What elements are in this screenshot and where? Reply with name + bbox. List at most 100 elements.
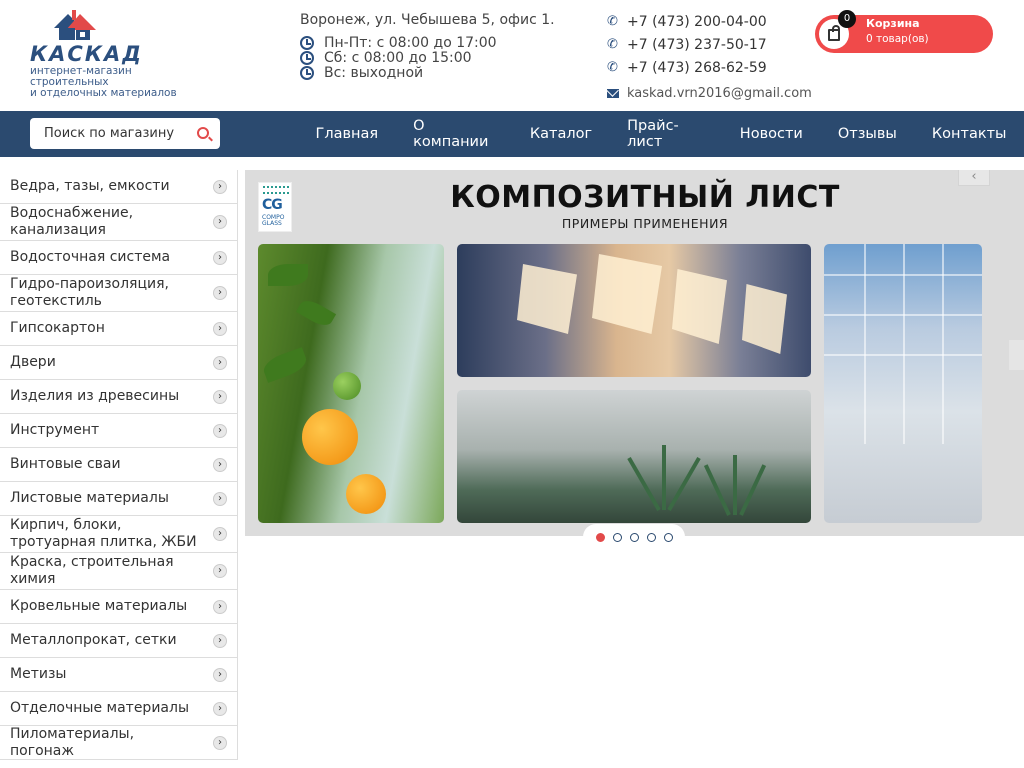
cart-title: Корзина bbox=[866, 17, 920, 30]
chevron-right-icon: › bbox=[213, 215, 227, 229]
chevron-right-icon: › bbox=[213, 564, 227, 578]
sidebar-category-item[interactable]: Пиломатериалы, погонаж › bbox=[0, 726, 238, 760]
sidebar-category-item[interactable]: Ведра, тазы, емкости › bbox=[0, 170, 238, 204]
slider-next-button[interactable] bbox=[1009, 340, 1024, 370]
logo-tagline: интернет-магазин строительных и отделочн… bbox=[30, 66, 177, 99]
category-label: Ведра, тазы, емкости bbox=[10, 178, 170, 194]
menu-item-news[interactable]: Новости bbox=[722, 126, 820, 142]
chevron-right-icon: › bbox=[213, 491, 227, 506]
menu-item-home[interactable]: Главная bbox=[298, 126, 396, 142]
phone-icon: ✆ bbox=[607, 59, 618, 75]
main-menu: Главная О компании Каталог Прайс-лист Но… bbox=[298, 111, 1024, 157]
leaf-shape bbox=[268, 264, 308, 286]
slider-dot[interactable] bbox=[646, 532, 656, 542]
plant-leaf bbox=[627, 457, 661, 511]
chevron-right-icon: › bbox=[213, 667, 227, 682]
menu-item-catalog[interactable]: Каталог bbox=[512, 126, 609, 142]
phone-link[interactable]: ✆ +7 (473) 237-50-17 bbox=[607, 33, 812, 56]
sidebar-category-item[interactable]: Кирпич, блоки, тротуарная плитка, ЖБИ › bbox=[0, 516, 238, 553]
phone-link[interactable]: ✆ +7 (473) 200-04-00 bbox=[607, 10, 812, 33]
phone-link[interactable]: ✆ +7 (473) 268-62-59 bbox=[607, 56, 812, 79]
search-icon[interactable] bbox=[197, 127, 209, 139]
sidebar-category-item[interactable]: Водоснабжение, канализация › bbox=[0, 204, 238, 241]
category-label: Кирпич, блоки, тротуарная плитка, ЖБИ bbox=[10, 517, 197, 550]
email-link[interactable]: kaskad.vrn2016@gmail.com bbox=[607, 81, 812, 105]
chevron-right-icon: › bbox=[213, 457, 227, 472]
roof-beam bbox=[903, 244, 905, 444]
hours-text: Сб: с 08:00 до 15:00 bbox=[324, 49, 472, 66]
sidebar-category-item[interactable]: Изделия из древесины › bbox=[0, 380, 238, 414]
chevron-right-icon: › bbox=[213, 735, 227, 750]
promo-slider[interactable]: CG COMPO GLASS КОМПОЗИТНЫЙ ЛИСТ ПРИМЕРЫ … bbox=[245, 170, 1024, 536]
sidebar-category-item[interactable]: Водосточная система › bbox=[0, 241, 238, 275]
cart-items-count: 0 товар(ов) bbox=[866, 33, 929, 45]
menu-item-reviews[interactable]: Отзывы bbox=[820, 126, 914, 142]
phone-number: +7 (473) 200-04-00 bbox=[627, 13, 767, 30]
category-label: Изделия из древесины bbox=[10, 388, 180, 404]
sidebar-category-item[interactable]: Листовые материалы › bbox=[0, 482, 238, 516]
site-logo[interactable]: КАСКАД интернет-магазин строительных и о… bbox=[30, 8, 190, 100]
chevron-right-icon: › bbox=[213, 355, 227, 370]
plant-leaf bbox=[703, 464, 731, 516]
sidebar-category-item[interactable]: Металлопрокат, сетки › bbox=[0, 624, 238, 658]
orange-shape bbox=[302, 409, 358, 465]
chevron-right-icon: › bbox=[213, 599, 227, 614]
sidebar-category-item[interactable]: Метизы › bbox=[0, 658, 238, 692]
phone-number: +7 (473) 237-50-17 bbox=[627, 36, 767, 53]
hours-row: Сб: с 08:00 до 15:00 bbox=[300, 49, 497, 66]
search-input[interactable] bbox=[30, 118, 190, 149]
opening-hours: Пн-Пт: с 08:00 до 17:00 Сб: с 08:00 до 1… bbox=[300, 35, 497, 81]
sidebar-category-item[interactable]: Инструмент › bbox=[0, 414, 238, 448]
phone-number: +7 (473) 268-62-59 bbox=[627, 59, 767, 76]
sidebar-category-item[interactable]: Гидро-пароизоляция, геотекстиль › bbox=[0, 275, 238, 312]
chevron-right-icon: › bbox=[213, 250, 227, 265]
sidebar-category-item[interactable]: Двери › bbox=[0, 346, 238, 380]
main-nav: Главная О компании Каталог Прайс-лист Но… bbox=[0, 111, 1024, 157]
category-label: Отделочные материалы bbox=[10, 700, 189, 716]
phone-icon: ✆ bbox=[607, 13, 618, 29]
sidebar-category-item[interactable]: Краска, строительная химия › bbox=[0, 553, 238, 590]
facade-panel bbox=[592, 254, 662, 334]
phone-icon: ✆ bbox=[607, 36, 618, 52]
chevron-right-icon: › bbox=[213, 423, 227, 438]
plant-leaf bbox=[667, 457, 701, 511]
photo-fence-garden bbox=[457, 390, 811, 523]
house-logo-icon bbox=[54, 10, 96, 40]
slider-dot[interactable] bbox=[629, 532, 639, 542]
roof-beam bbox=[942, 244, 944, 444]
sidebar-category-item[interactable]: Гипсокартон › bbox=[0, 312, 238, 346]
slider-prev-button[interactable]: ‹ bbox=[958, 170, 990, 186]
menu-item-about[interactable]: О компании bbox=[396, 118, 513, 150]
plant-leaf bbox=[739, 464, 767, 516]
slider-dot[interactable] bbox=[663, 532, 673, 542]
cart-button[interactable]: 0 Корзина 0 товар(ов) bbox=[815, 10, 993, 53]
email-text: kaskad.vrn2016@gmail.com bbox=[627, 85, 812, 101]
sidebar-category-item[interactable]: Кровельные материалы › bbox=[0, 590, 238, 624]
slider-pagination bbox=[583, 524, 685, 550]
orange-shape bbox=[346, 474, 386, 514]
facade-panel bbox=[672, 269, 727, 344]
store-address: Воронеж, ул. Чебышева 5, офис 1. bbox=[300, 12, 555, 28]
slider-dot[interactable] bbox=[595, 532, 605, 542]
category-label: Металлопрокат, сетки bbox=[10, 632, 177, 648]
facade-panel bbox=[742, 284, 787, 354]
category-label: Винтовые сваи bbox=[10, 456, 121, 472]
sidebar-category-item[interactable]: Отделочные материалы › bbox=[0, 692, 238, 726]
menu-item-contacts[interactable]: Контакты bbox=[914, 126, 1024, 142]
category-label: Инструмент bbox=[10, 422, 100, 438]
banner-title: КОМПОЗИТНЫЙ ЛИСТ bbox=[450, 180, 840, 215]
category-label: Водосточная система bbox=[10, 249, 171, 265]
cart-count-badge: 0 bbox=[838, 10, 856, 28]
leaf-shape bbox=[260, 347, 310, 383]
plant-leaf bbox=[662, 445, 666, 510]
category-label: Гипсокартон bbox=[10, 320, 105, 336]
clock-icon bbox=[300, 35, 314, 50]
menu-item-price-list[interactable]: Прайс-лист bbox=[610, 118, 723, 150]
category-label: Водоснабжение, канализация bbox=[10, 205, 134, 238]
logo-tagline-line: и отделочных материалов bbox=[30, 87, 177, 99]
sidebar-category-item[interactable]: Винтовые сваи › bbox=[0, 448, 238, 482]
slider-dot[interactable] bbox=[612, 532, 622, 542]
orange-shape bbox=[333, 372, 361, 400]
bag-shape bbox=[828, 25, 840, 41]
mail-icon bbox=[607, 88, 619, 98]
